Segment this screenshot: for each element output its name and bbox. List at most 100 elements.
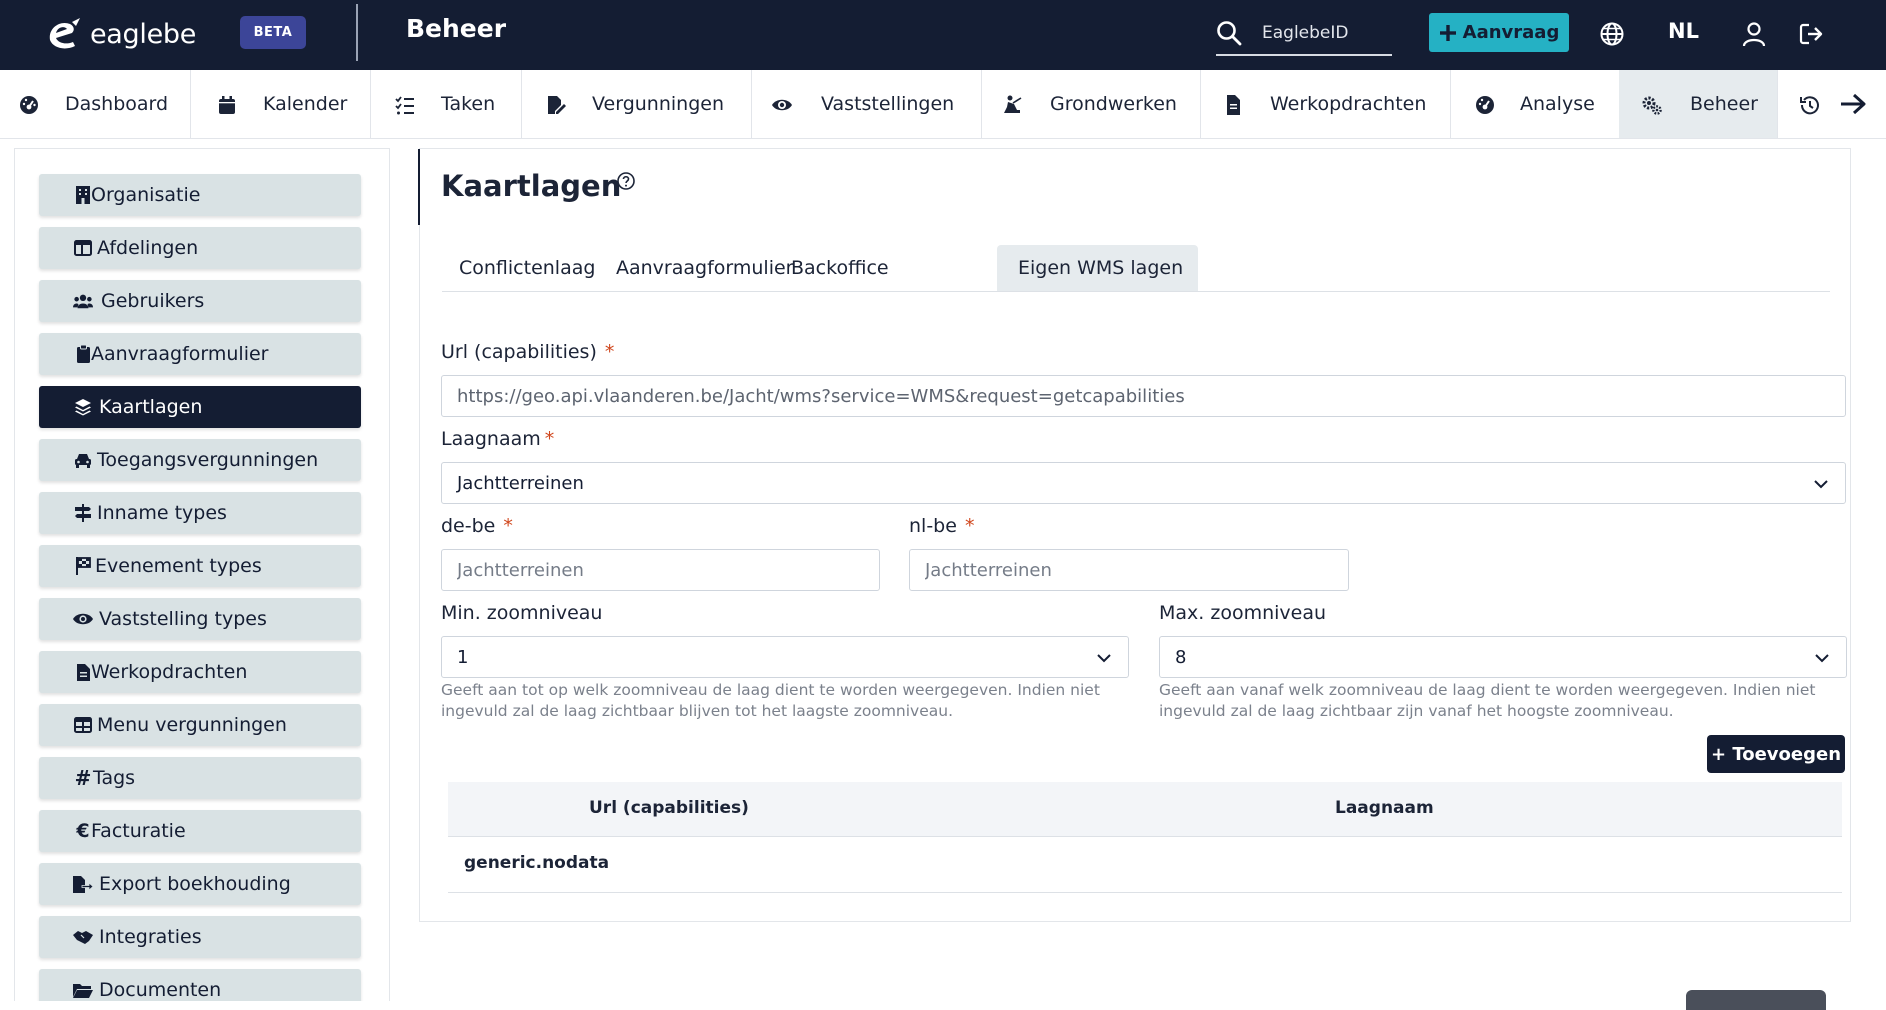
nav-label-kalender: Kalender (263, 93, 348, 115)
tab-label: Eigen WMS lagen (1018, 257, 1184, 279)
sidebar-label: Toegangsvergunningen (97, 449, 319, 471)
sidebar-item-kaartlagen[interactable]: Kaartlagen (39, 386, 361, 428)
nav-item-beheer[interactable]: Beheer (1619, 70, 1778, 138)
tasks-icon (395, 96, 414, 115)
history-icon[interactable] (1799, 94, 1821, 116)
sidebar-item-aanvraagformulier[interactable]: Aanvraagformulier (39, 333, 361, 375)
logout-icon[interactable] (1797, 20, 1825, 48)
calendar-icon (219, 96, 235, 114)
clipboard-icon (76, 345, 90, 363)
url-input[interactable] (441, 375, 1846, 417)
tab-eigen-wms-lagen[interactable]: Eigen WMS lagen (997, 245, 1198, 291)
floating-button[interactable] (1686, 990, 1826, 1010)
table-row: generic.nodata (448, 837, 1842, 893)
nav-item-vaststellingen[interactable]: Vaststellingen (751, 70, 982, 138)
sidebar-item-afdelingen[interactable]: Afdelingen (39, 227, 361, 269)
users-icon (73, 294, 93, 309)
sidebar-item-tags[interactable]: # Tags (39, 757, 361, 799)
sidebar-label: Evenement types (95, 555, 262, 577)
tab-backoffice[interactable]: Backoffice (788, 245, 966, 291)
sidebar-item-gebruikers[interactable]: Gebruikers (39, 280, 361, 322)
file-icon (1227, 95, 1240, 115)
nav-label-beheer: Beheer (1690, 93, 1758, 115)
sidebar-item-inname-types[interactable]: Inname types (39, 492, 361, 534)
de-be-input[interactable] (441, 549, 880, 591)
min-zoom-select[interactable]: 1 (441, 636, 1129, 678)
sidebar-label: Afdelingen (97, 237, 199, 259)
column-header-url[interactable]: Url (capabilities) (589, 798, 749, 818)
arrow-right-icon[interactable] (1839, 92, 1867, 116)
digging-icon (1004, 95, 1022, 113)
table-header: Url (capabilities) Laagnaam (448, 782, 1842, 837)
sidebar-item-evenement-types[interactable]: Evenement types (39, 545, 361, 587)
required-mark: * (544, 428, 555, 450)
nav-item-dashboard[interactable]: Dashboard (0, 70, 191, 138)
required-mark: * (503, 515, 513, 537)
sidebar-item-integraties[interactable]: Integraties (39, 916, 361, 958)
sidebar-label: Export boekhouding (99, 873, 291, 895)
eaglebe-logo-icon (49, 18, 80, 49)
tab-aanvraagformulier[interactable]: Aanvraagformulier (608, 245, 794, 291)
sidebar-label: Facturatie (91, 820, 186, 842)
nav-label-vergunningen: Vergunningen (592, 93, 724, 115)
nl-be-label: nl-be * (909, 515, 974, 537)
hash-icon: # (74, 766, 92, 790)
nl-be-input[interactable] (909, 549, 1349, 591)
sidebar-label: Vaststelling types (99, 608, 267, 630)
nav-item-vergunningen[interactable]: Vergunningen (521, 70, 752, 138)
column-header-laagnaam[interactable]: Laagnaam (1335, 798, 1434, 818)
nav-item-kalender[interactable]: Kalender (190, 70, 371, 138)
sidebar-label: Integraties (99, 926, 202, 948)
new-request-button[interactable]: Aanvraag (1429, 13, 1569, 52)
settings-sidebar: Organisatie Afdelingen Gebruikers Aanvra… (14, 148, 390, 1001)
language-selector[interactable]: NL (1668, 19, 1699, 43)
sidebar-item-toegangsvergunningen[interactable]: Toegangsvergunningen (39, 439, 361, 481)
nav-item-analyse[interactable]: Analyse (1450, 70, 1620, 138)
nav-label-dashboard: Dashboard (65, 93, 169, 115)
max-zoom-select[interactable]: 8 (1159, 636, 1847, 678)
window-icon (74, 240, 92, 256)
sidebar-item-export-boekhouding[interactable]: Export boekhouding (39, 863, 361, 905)
eaglebe-logo[interactable]: eaglebe (46, 16, 196, 52)
de-be-label-text: de-be (441, 515, 496, 537)
layer-name-select[interactable]: Jachtterreinen (441, 462, 1846, 504)
user-icon[interactable] (1740, 20, 1768, 48)
search-icon[interactable] (1216, 20, 1242, 46)
euro-icon: € (76, 820, 90, 842)
dashboard-icon (20, 96, 38, 114)
min-zoom-value: 1 (457, 646, 469, 668)
tab-label: Backoffice (791, 257, 889, 279)
header-divider (356, 4, 358, 61)
globe-icon[interactable] (1598, 20, 1626, 48)
flag-icon (76, 557, 91, 575)
table-icon (74, 717, 92, 733)
top-bar: eaglebe BETA Beheer Aanvraag NL (0, 0, 1886, 70)
file-export-icon (73, 875, 93, 893)
page-title: Kaartlagen (441, 169, 622, 203)
title-accent-bar (418, 149, 420, 225)
chevron-down-icon (1814, 480, 1828, 489)
nav-item-werkopdrachten[interactable]: Werkopdrachten (1200, 70, 1451, 138)
plus-icon (1439, 24, 1456, 41)
sidebar-item-documenten[interactable]: Documenten (39, 969, 361, 1001)
sidebar-item-werkopdrachten[interactable]: Werkopdrachten (39, 651, 361, 693)
layer-name-label: Laagnaam * (441, 428, 554, 450)
sidebar-item-vaststelling-types[interactable]: Vaststelling types (39, 598, 361, 640)
main-nav: Dashboard Kalender Taken Vergunningen Va… (0, 70, 1886, 139)
search-field (1216, 14, 1394, 56)
add-layer-button[interactable]: + Toevoegen (1707, 735, 1845, 773)
nav-item-grondwerken[interactable]: Grondwerken (981, 70, 1201, 138)
min-zoom-hint: Geeft aan tot op welk zoomniveau de laag… (441, 681, 1100, 720)
section-title: Beheer (406, 14, 507, 43)
folder-icon (73, 984, 93, 998)
help-icon[interactable] (616, 171, 636, 191)
nav-item-taken[interactable]: Taken (370, 70, 522, 138)
sidebar-item-menu-vergunningen[interactable]: Menu vergunningen (39, 704, 361, 746)
chevron-down-icon (1097, 654, 1111, 663)
sidebar-label: Aanvraagformulier (91, 343, 269, 365)
search-input[interactable] (1260, 20, 1394, 46)
layer-name-value: Jachtterreinen (457, 472, 584, 494)
sidebar-item-organisatie[interactable]: Organisatie (39, 174, 361, 216)
sidebar-item-facturatie[interactable]: € Facturatie (39, 810, 361, 852)
tab-conflictenlaag[interactable]: Conflictenlaag (442, 245, 608, 291)
